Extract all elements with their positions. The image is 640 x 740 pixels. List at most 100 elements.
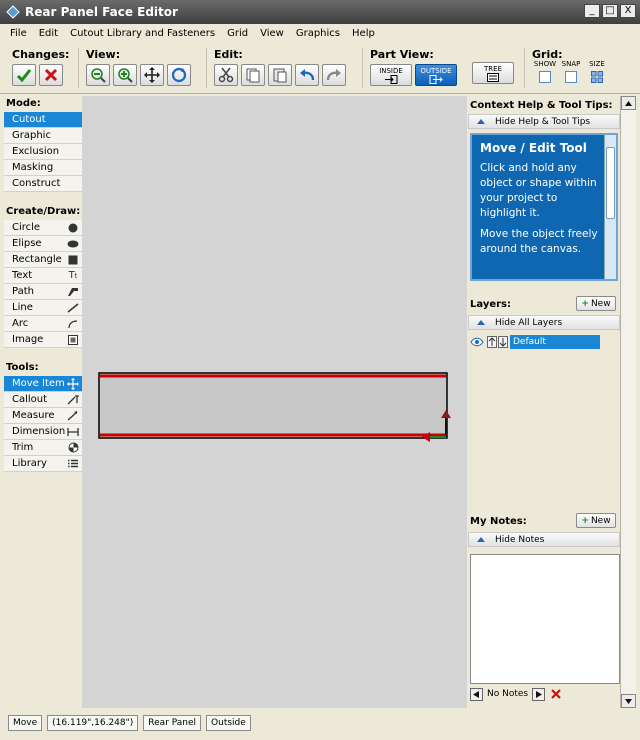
menu-help[interactable]: Help	[346, 28, 381, 39]
rear-panel-shape[interactable]	[98, 372, 448, 439]
menu-grid[interactable]: Grid	[221, 28, 254, 39]
toolbar-divider	[206, 48, 207, 88]
grid-size-label: SIZE	[589, 60, 605, 68]
new-layer-label: New	[590, 298, 611, 309]
pan-arrows-icon	[144, 67, 160, 83]
outside-view-button[interactable]: OUTSIDE	[415, 64, 457, 86]
menu-graphics[interactable]: Graphics	[290, 28, 346, 39]
copy-button[interactable]	[241, 64, 265, 86]
collapse-triangle-icon	[477, 537, 485, 542]
layer-row[interactable]: Default	[468, 334, 620, 350]
dimension-icon	[67, 426, 79, 438]
create-rectangle[interactable]: Rectangle	[4, 252, 82, 268]
close-button[interactable]: X	[620, 4, 636, 18]
callout-icon	[67, 394, 79, 406]
create-image[interactable]: Image	[4, 332, 82, 348]
toolbar: Changes: View: Edit: Part View: INSIDE O…	[0, 42, 640, 94]
pan-button[interactable]	[140, 64, 164, 86]
help-scrollbar[interactable]	[604, 135, 616, 279]
previous-note-button[interactable]	[470, 687, 483, 701]
mode-cutout-label: Cutout	[12, 114, 46, 125]
create-circle[interactable]: Circle	[4, 220, 82, 236]
help-scroll-thumb[interactable]	[606, 147, 615, 219]
zoom-out-button[interactable]	[86, 64, 110, 86]
grid-snap-toggle[interactable]: SNAP	[558, 60, 584, 83]
rectangle-icon	[67, 254, 79, 266]
create-arc[interactable]: Arc	[4, 316, 82, 332]
create-line[interactable]: Line	[4, 300, 82, 316]
notes-textarea[interactable]	[470, 554, 620, 684]
menu-file[interactable]: File	[4, 28, 33, 39]
create-path[interactable]: Path	[4, 284, 82, 300]
create-text[interactable]: Text Tt	[4, 268, 82, 284]
grid-show-checkbox[interactable]	[539, 71, 551, 83]
scroll-up-button[interactable]	[621, 96, 636, 110]
accept-changes-button[interactable]	[12, 64, 36, 86]
mode-exclusion[interactable]: Exclusion	[4, 144, 82, 160]
create-arc-label: Arc	[12, 318, 29, 329]
menu-view[interactable]: View	[254, 28, 290, 39]
cancel-changes-button[interactable]	[39, 64, 63, 86]
tool-callout[interactable]: Callout	[4, 392, 82, 408]
tool-dimension[interactable]: Dimension	[4, 424, 82, 440]
window-title: Rear Panel Face Editor	[25, 5, 178, 19]
menu-edit[interactable]: Edit	[33, 28, 64, 39]
checkmark-icon	[16, 69, 32, 83]
move-layer-up-icon[interactable]	[487, 336, 497, 348]
create-elipse[interactable]: Elipse	[4, 236, 82, 252]
ellipse-icon	[67, 238, 79, 250]
mode-masking[interactable]: Masking	[4, 160, 82, 176]
tool-library-label: Library	[12, 458, 47, 469]
outside-label: OUTSIDE	[420, 66, 452, 75]
mode-construct[interactable]: Construct	[4, 176, 82, 192]
grid-show-toggle[interactable]: SHOW	[532, 60, 558, 83]
collapse-triangle-icon	[477, 119, 485, 124]
panel-bottom-edge	[100, 433, 446, 437]
design-canvas[interactable]	[82, 96, 467, 708]
menu-cutout-library[interactable]: Cutout Library and Fasteners	[64, 28, 221, 39]
mode-cutout[interactable]: Cutout	[4, 112, 82, 128]
new-note-button[interactable]: + New	[576, 513, 616, 528]
delete-note-button[interactable]	[549, 688, 562, 701]
mode-graphic[interactable]: Graphic	[4, 128, 82, 144]
panel-scrollbar[interactable]	[620, 96, 636, 708]
grid-size-control[interactable]: SIZE	[584, 60, 610, 83]
layer-name[interactable]: Default	[510, 335, 600, 349]
app-icon	[6, 5, 20, 19]
scroll-down-button[interactable]	[621, 694, 636, 708]
create-path-label: Path	[12, 286, 34, 297]
copy-icon	[246, 68, 260, 83]
create-text-label: Text	[12, 270, 33, 281]
zoom-in-button[interactable]	[113, 64, 137, 86]
help-paragraph: Click and hold any object or shape withi…	[480, 162, 597, 219]
new-layer-button[interactable]: + New	[576, 296, 616, 311]
maximize-button[interactable]: □	[602, 4, 618, 18]
paste-button[interactable]	[268, 64, 292, 86]
canvas-drawing[interactable]	[82, 96, 467, 708]
tool-move-item[interactable]: Move Item	[4, 376, 82, 392]
eye-icon[interactable]	[470, 337, 484, 347]
minimize-button[interactable]: _	[584, 4, 600, 18]
create-image-label: Image	[12, 334, 44, 345]
redo-button[interactable]	[322, 64, 346, 86]
hide-layers-toggle[interactable]: Hide All Layers	[468, 315, 620, 330]
notes-navigation: No Notes	[470, 686, 562, 702]
inside-view-button[interactable]: INSIDE	[370, 64, 412, 86]
tool-measure-label: Measure	[12, 410, 55, 421]
tool-trim[interactable]: Trim	[4, 440, 82, 456]
tool-library[interactable]: Library	[4, 456, 82, 472]
grid-size-icon[interactable]	[591, 71, 603, 83]
next-note-button[interactable]	[532, 687, 546, 701]
grid-snap-checkbox[interactable]	[565, 71, 577, 83]
arrow-out-of-box-icon	[429, 74, 443, 84]
tree-view-button[interactable]: TREE	[472, 62, 514, 84]
move-layer-down-icon[interactable]	[498, 336, 508, 348]
changes-label: Changes:	[12, 48, 70, 61]
refresh-view-button[interactable]	[167, 64, 191, 86]
tool-measure[interactable]: Measure	[4, 408, 82, 424]
cut-button[interactable]	[214, 64, 238, 86]
hide-notes-toggle[interactable]: Hide Notes	[468, 532, 620, 547]
hide-help-toggle[interactable]: Hide Help & Tool Tips	[468, 114, 620, 129]
undo-button[interactable]	[295, 64, 319, 86]
paste-icon	[273, 68, 287, 83]
